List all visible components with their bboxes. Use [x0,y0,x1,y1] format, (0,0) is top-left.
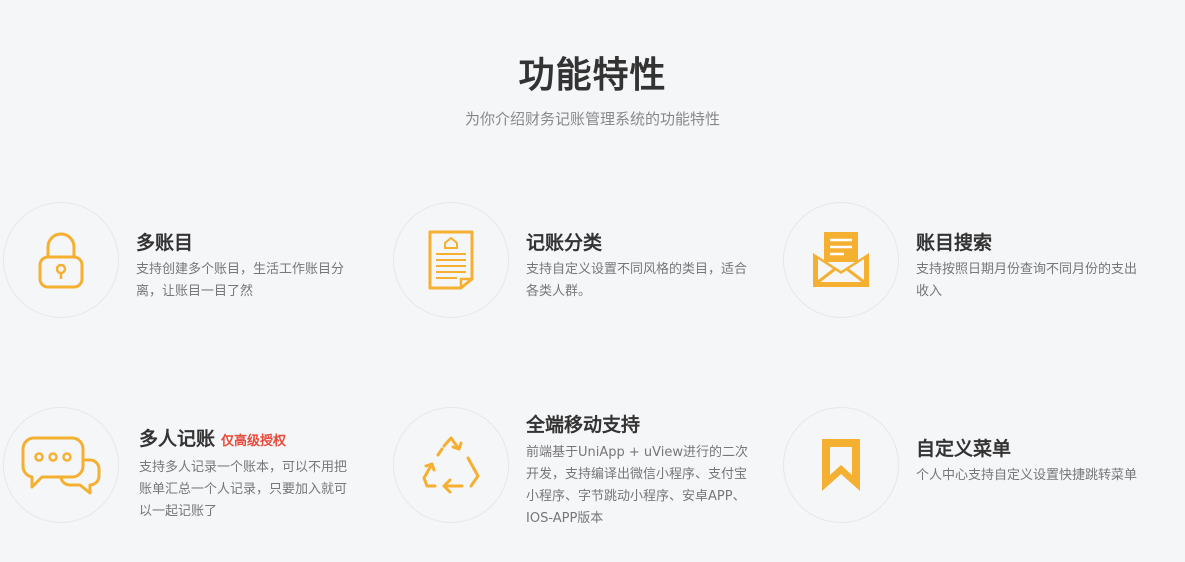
feature-item-multi-user: 多人记账 仅高级授权 支持多人记录一个账本，可以不用把账单汇总一个人记录，只要加入… [0,405,380,555]
feature-title: 多人记账 仅高级授权 [139,428,287,450]
feature-item-categories: 记账分类 支持自定义设置不同风格的类目，适合各类人群。 [390,200,770,350]
padlock-icon [38,232,84,289]
envelope-icon [813,232,869,287]
feature-description: 支持按照日期月份查询不同月份的支出收入 [916,262,1138,299]
recycle-arrows-icon [422,436,480,494]
feature-title: 记账分类 [526,232,603,254]
feature-title: 全端移动支持 [526,414,641,436]
chat-bubbles-icon [21,436,101,495]
icon-circle [3,407,119,523]
feature-item-multi-account: 多账目 支持创建多个账目，生活工作账目分离，让账目一目了然 [0,200,380,350]
feature-item-custom-menu: 自定义菜单 个人中心支持自定义设置快捷跳转菜单 [780,405,1160,555]
feature-description: 支持多人记录一个账本，可以不用把账单汇总一个人记录，只要加入就可以一起记账了 [139,460,348,519]
feature-description: 前端基于UniApp + uView进行的二次开发，支持编译出微信小程序、支付宝… [526,445,749,526]
premium-badge: 仅高级授权 [221,434,287,449]
feature-item-cross-platform: 全端移动支持 前端基于UniApp + uView进行的二次开发，支持编译出微信… [390,405,770,555]
icon-circle [3,202,119,318]
icon-circle [393,407,509,523]
feature-description: 个人中心支持自定义设置快捷跳转菜单 [916,468,1138,483]
feature-title: 自定义菜单 [916,438,1012,460]
document-icon [428,230,474,290]
feature-title: 账目搜索 [916,232,993,254]
feature-description: 支持创建多个账目，生活工作账目分离，让账目一目了然 [136,262,345,299]
section-subtitle: 为你介绍财务记账管理系统的功能特性 [464,110,720,128]
icon-circle [783,202,899,318]
feature-title: 多账目 [136,232,194,254]
feature-item-search: 账目搜索 支持按照日期月份查询不同月份的支出收入 [780,200,1160,350]
icon-circle [393,202,509,318]
icon-circle [783,407,899,523]
section-title: 功能特性 [518,55,667,96]
bookmark-icon [822,439,860,491]
feature-description: 支持自定义设置不同风格的类目，适合各类人群。 [526,262,748,299]
